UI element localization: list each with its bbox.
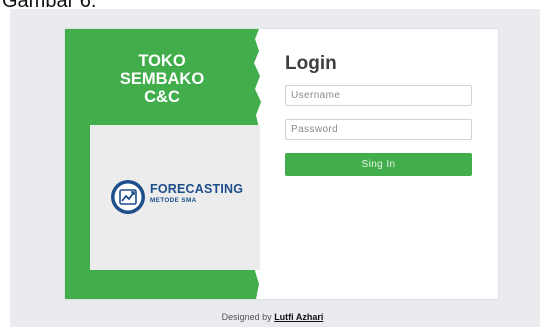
store-name: TOKO SEMBAKO C&C [65, 52, 259, 106]
logo-subtitle: METODE SMA [150, 197, 197, 204]
logo-wordmark: FORECASTING [150, 182, 244, 196]
forecasting-logo: FORECASTING METODE SMA [110, 179, 260, 215]
password-input[interactable] [285, 119, 472, 140]
author-link[interactable]: Lutfi Azhari [274, 312, 323, 322]
username-input[interactable] [285, 85, 472, 106]
login-title: Login [285, 53, 337, 74]
logo-box: FORECASTING METODE SMA [90, 125, 260, 270]
footer-credit: Designed by Lutfi Azhari [0, 311, 545, 323]
trend-chart-icon [111, 180, 145, 214]
sign-in-button[interactable]: Sing In [285, 153, 472, 176]
store-name-line-1: TOKO [138, 52, 186, 70]
store-name-line-2: SEMBAKO [119, 70, 205, 88]
footer-prefix: Designed by [221, 312, 275, 322]
store-name-line-3: C&C [144, 88, 180, 106]
brand-panel: TOKO SEMBAKO C&C FORECASTING METODE SMA [65, 29, 262, 299]
